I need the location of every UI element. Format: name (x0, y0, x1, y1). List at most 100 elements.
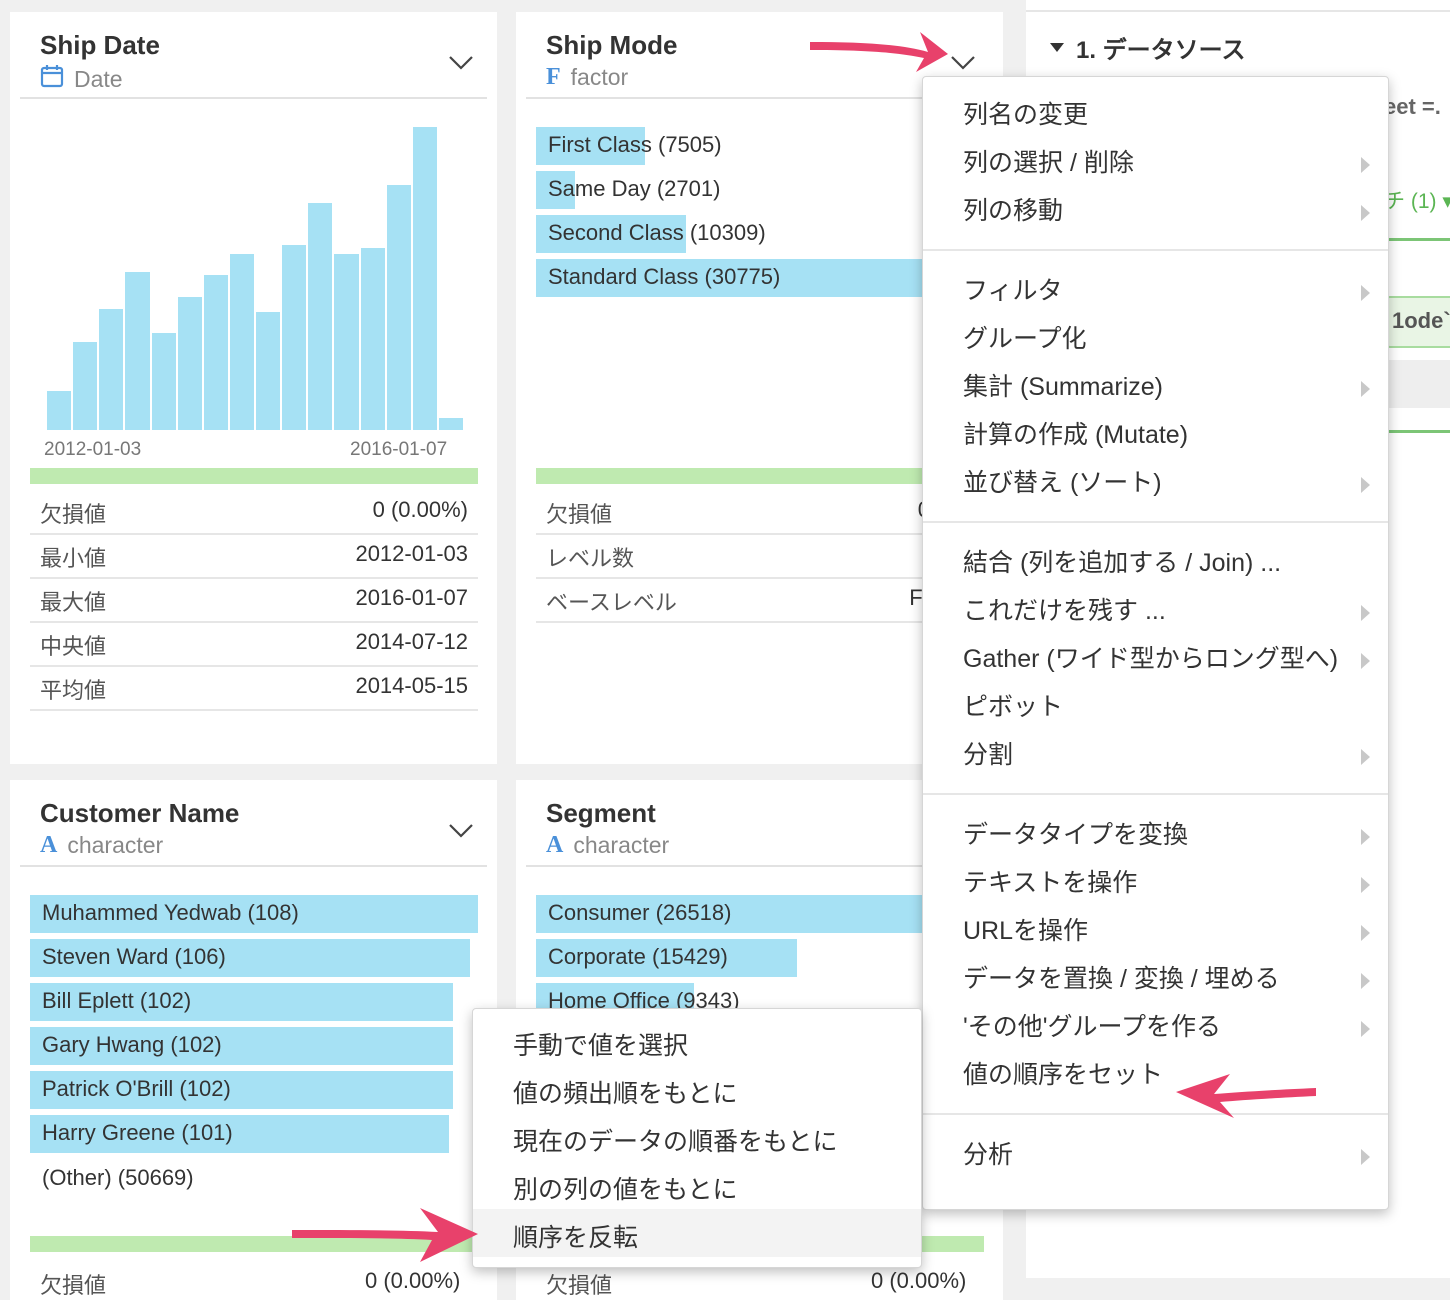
step-header[interactable]: 1. データソース (1050, 30, 1245, 65)
histogram-bar (151, 333, 176, 430)
stat-key: 欠損値 (40, 1273, 107, 1298)
menu-item[interactable]: 'その他'グループを作る (923, 1003, 1388, 1051)
value-bar-label: Standard Class (30775) (548, 264, 781, 289)
menu-item-label: データタイプを変換 (963, 821, 1189, 849)
chevron-right-icon (1361, 285, 1370, 301)
menu-item-label: ピボット (963, 693, 1064, 721)
chevron-right-icon (1361, 205, 1370, 221)
submenu-item[interactable]: 別の列の値をもとに (473, 1161, 921, 1209)
menu-item-label: テキストを操作 (963, 869, 1138, 897)
menu-item-label: 計算の作成 (Mutate) (963, 421, 1189, 449)
stat-row: 欠損値0 (0.0 (536, 489, 984, 535)
stat-key: 欠損値 (40, 502, 107, 527)
stat-row: レベル数 (536, 533, 984, 579)
column-type-label: character (573, 832, 670, 858)
histogram-bar (99, 308, 124, 430)
chevron-right-icon (1361, 877, 1370, 893)
histogram-bar (256, 311, 281, 430)
menu-item[interactable]: 列の移動 (923, 187, 1388, 235)
histogram-bar (125, 272, 150, 430)
menu-item[interactable]: これだけを残す ... (923, 587, 1388, 635)
menu-item[interactable]: グループ化 (923, 315, 1388, 363)
submenu-item[interactable]: 手動で値を選択 (473, 1017, 921, 1065)
menu-item[interactable]: データを置換 / 変換 / 埋める (923, 955, 1388, 1003)
step-code-fragment: eet =. (1384, 94, 1441, 119)
stat-key: 欠損値 (546, 1273, 613, 1298)
menu-item-label: これだけを残す ... (963, 597, 1166, 625)
histogram-bar (282, 245, 307, 430)
value-bar-label: First Class (7505) (548, 132, 722, 157)
menu-divider (923, 249, 1388, 251)
column-card-ship-date: Ship Date Date 2012-01-03 2016-01-07 欠損値… (10, 12, 497, 764)
menu-item[interactable]: 集計 (Summarize) (923, 363, 1388, 411)
submenu-item[interactable]: 値の頻出順をもとに (473, 1065, 921, 1113)
menu-item[interactable]: 列の選択 / 削除 (923, 139, 1388, 187)
chevron-down-icon[interactable] (444, 816, 478, 844)
column-title: Ship Mode (546, 30, 678, 60)
step-row (1384, 360, 1450, 408)
menu-item[interactable]: ピボット (923, 683, 1388, 731)
column-type-label: character (67, 832, 164, 858)
menu-item[interactable]: 結合 (列を追加する / Join) ... (923, 539, 1388, 587)
valid-ratio-bar (30, 468, 478, 484)
menu-item[interactable]: テキストを操作 (923, 859, 1388, 907)
character-type-icon: A (40, 832, 58, 858)
annotation-arrow (292, 1208, 478, 1262)
chevron-down-icon[interactable] (444, 48, 478, 76)
step-tab-label: チ (1) ▾ (1384, 190, 1450, 213)
menu-item-label: フィルタ (963, 277, 1063, 305)
menu-item-label: グループ化 (963, 325, 1087, 353)
menu-item[interactable]: フィルタ (923, 267, 1388, 315)
step-tab[interactable]: チ (1) ▾ (1384, 166, 1450, 241)
stat-row: 欠損値 0 (0.00%) (30, 489, 478, 535)
column-title: Segment (546, 798, 656, 828)
menu-item[interactable]: データタイプを変換 (923, 811, 1388, 859)
menu-item[interactable]: 計算の作成 (Mutate) (923, 411, 1388, 459)
histogram-bar (334, 254, 359, 430)
other-values-label: (Other) (50669) (42, 1165, 194, 1190)
histogram (46, 127, 464, 430)
submenu-item-label: 順序を反転 (513, 1224, 639, 1252)
column-type: A character (546, 832, 669, 859)
panel-divider (1026, 10, 1450, 12)
value-bar-label: Muhammed Yedwab (108) (42, 900, 299, 925)
set-order-submenu: 手動で値を選択値の頻出順をもとに 現在のデータの順番をもとに 別の列の値をもとに順序… (472, 1008, 922, 1268)
menu-item[interactable]: 列名の変更 (923, 91, 1388, 139)
menu-item-label: 'その他'グループを作る (963, 1013, 1222, 1041)
chevron-right-icon (1361, 653, 1370, 669)
menu-item-label: 値の順序をセット (963, 1061, 1164, 1089)
chevron-right-icon (1361, 157, 1370, 173)
submenu-item[interactable]: 現在のデータの順番をもとに (473, 1113, 921, 1161)
chevron-right-icon (1361, 1149, 1370, 1165)
menu-item[interactable]: 分割 (923, 731, 1388, 779)
histogram-bar (229, 254, 254, 430)
annotation-arrow (1176, 1074, 1316, 1118)
histogram-bar (412, 127, 437, 430)
menu-item-label: 列の移動 (963, 197, 1064, 225)
column-context-menu: 列名の変更 列の選択 / 削除列の移動フィルタグループ化集計 (Summarize… (922, 76, 1389, 1210)
menu-item[interactable]: Gather (ワイド型からロング型へ) (923, 635, 1388, 683)
stat-row: 平均値 2014-05-15 (30, 665, 478, 711)
submenu-item[interactable]: 順序を反転 (473, 1209, 921, 1257)
stat-value: 2012-01-03 (355, 541, 468, 566)
axis-end-label: 2016-01-07 (350, 439, 448, 460)
annotation-arrow (810, 32, 948, 72)
chevron-right-icon (1361, 477, 1370, 493)
menu-item-label: 結合 (列を追加する / Join) ... (963, 549, 1282, 577)
stat-key: レベル数 (546, 546, 635, 571)
step-chip-label: 1ode`) (1392, 308, 1450, 333)
stat-key: 最大値 (40, 590, 107, 615)
histogram-bar (360, 248, 385, 430)
step-divider (1384, 430, 1450, 433)
histogram-bar (438, 417, 463, 430)
step-chip[interactable]: 1ode`) (1384, 296, 1450, 348)
menu-item[interactable]: 並び替え (ソート) (923, 459, 1388, 507)
chevron-right-icon (1361, 605, 1370, 621)
header-divider (20, 97, 487, 99)
menu-item[interactable]: 分析 (923, 1131, 1388, 1179)
value-bar-label: Same Day (2701) (548, 176, 721, 201)
value-bar-label: Second Class (10309) (548, 220, 766, 245)
submenu-item-label: 手動で値を選択 (513, 1032, 689, 1060)
menu-divider (923, 793, 1388, 795)
menu-item[interactable]: URLを操作 (923, 907, 1388, 955)
